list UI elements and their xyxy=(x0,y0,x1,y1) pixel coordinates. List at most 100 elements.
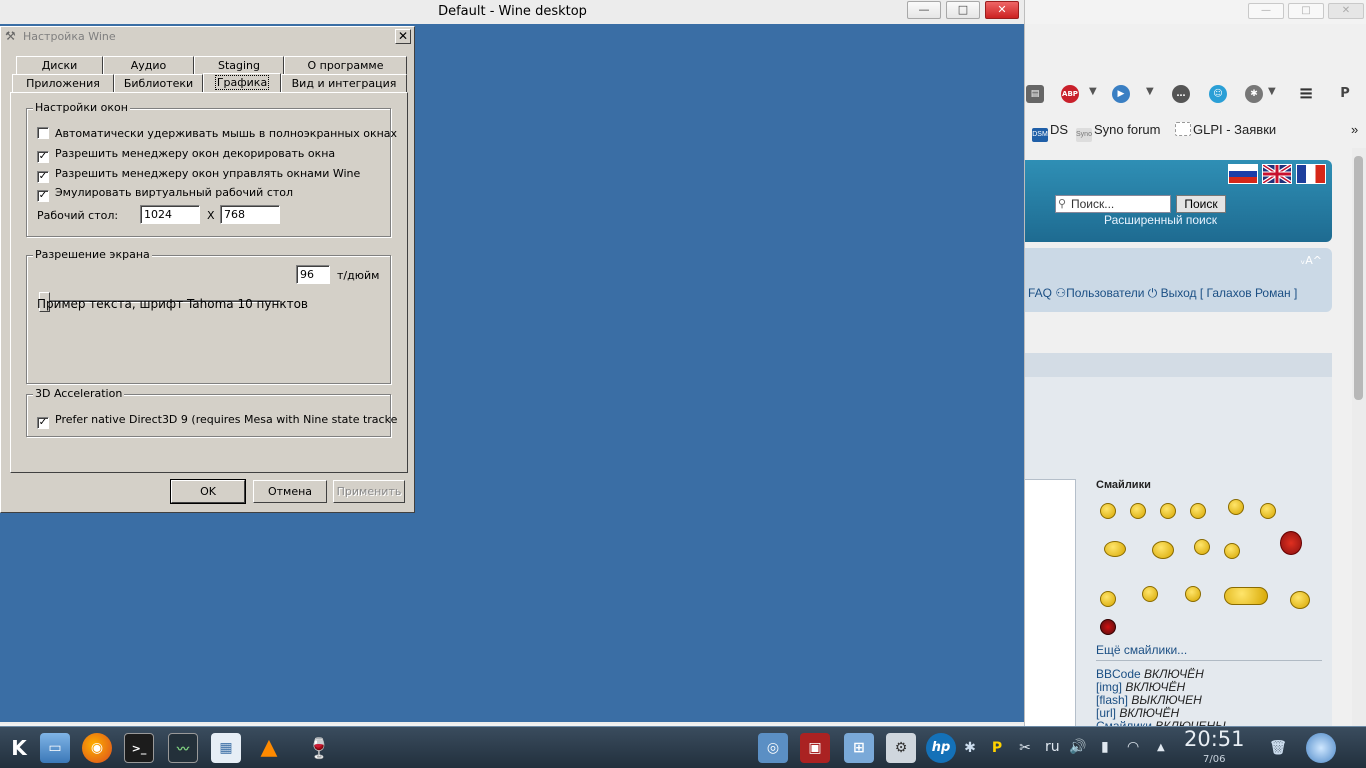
users-link[interactable]: Пользователи xyxy=(1066,286,1144,300)
ok-button[interactable]: OK xyxy=(170,479,246,504)
volume-icon[interactable]: 🔊 xyxy=(1069,739,1086,755)
option-virtual-desktop[interactable]: ✓ Эмулировать виртуальный рабочий стол xyxy=(37,186,293,202)
scrollbar-thumb[interactable] xyxy=(1354,156,1363,400)
windows-icon[interactable]: ⊞ xyxy=(844,733,874,763)
wine-minimize-button[interactable]: — xyxy=(907,1,941,19)
menu-icon[interactable]: ≡ xyxy=(1297,85,1315,103)
tab-audio[interactable]: Аудио xyxy=(103,56,194,74)
option-wm-control[interactable]: ✓ Разрешить менеджеру окон управлять окна… xyxy=(37,167,360,183)
bbcode-link[interactable]: BBCode xyxy=(1096,667,1141,681)
flag-ru-icon[interactable] xyxy=(1228,164,1258,184)
devil-smiley-icon[interactable] xyxy=(1280,531,1302,555)
logout-link[interactable]: Выход [ Галахов Роман ] xyxy=(1161,286,1298,300)
clipboard-icon[interactable]: P xyxy=(982,733,1012,763)
clock-time[interactable]: 20:51 xyxy=(1184,727,1245,751)
desktop-width-input[interactable]: 1024 xyxy=(140,205,200,224)
tab-staging[interactable]: Staging xyxy=(194,56,284,74)
abp-dropdown-icon[interactable]: ▼ xyxy=(1089,86,1097,97)
smiley-icon[interactable] xyxy=(1130,503,1146,519)
tab-applications[interactable]: Приложения xyxy=(12,74,114,92)
smiley-icon[interactable] xyxy=(1228,499,1244,515)
smiley-icon[interactable] xyxy=(1142,586,1158,602)
message-textarea[interactable] xyxy=(1024,479,1076,728)
browser-close-button[interactable]: ✕ xyxy=(1328,3,1364,19)
play-dropdown-icon[interactable]: ▼ xyxy=(1146,86,1154,97)
dialog-close-button[interactable]: ✕ xyxy=(395,29,411,44)
trash-icon[interactable]: 🗑 xyxy=(1263,733,1293,763)
flag-fr-icon[interactable] xyxy=(1296,164,1326,184)
gear-dropdown-icon[interactable]: ▼ xyxy=(1268,86,1276,97)
show-desktop-icon[interactable] xyxy=(1306,733,1336,763)
browser-scrollbar[interactable] xyxy=(1352,148,1366,728)
firefox-icon[interactable]: ◉ xyxy=(82,733,112,763)
toolbox-icon[interactable]: ▣ xyxy=(800,733,830,763)
battery-icon[interactable]: ▮ xyxy=(1101,739,1109,755)
forum-search-input[interactable]: ⚲ Поиск... xyxy=(1055,195,1171,213)
hp-icon[interactable]: hp xyxy=(926,733,956,763)
forum-search-button[interactable]: Поиск xyxy=(1176,195,1226,213)
terminal-icon[interactable]: >_ xyxy=(124,733,154,763)
browser-minimize-button[interactable]: — xyxy=(1248,3,1284,19)
wifi-icon[interactable]: ◠ xyxy=(1127,739,1139,755)
gear-icon[interactable]: ✱ xyxy=(1245,85,1263,103)
ghost-icon[interactable]: ☺ xyxy=(1209,85,1227,103)
screenshot-icon[interactable]: ◎ xyxy=(758,733,788,763)
tray-expand-icon[interactable]: ▲ xyxy=(1157,742,1165,753)
smiley-icon[interactable] xyxy=(1160,503,1176,519)
bookmarks-overflow-icon[interactable]: » xyxy=(1351,122,1358,137)
play-icon[interactable]: ▶ xyxy=(1112,85,1130,103)
tab-graphics[interactable]: Графика xyxy=(203,73,281,92)
scanner-icon[interactable]: ⚙ xyxy=(886,733,916,763)
font-size-control[interactable]: ᵥA^ xyxy=(1301,254,1322,267)
virtual-desktop-checkbox[interactable]: ✓ xyxy=(37,190,49,202)
kde-menu-icon[interactable]: K xyxy=(4,733,34,763)
tab-drives[interactable]: Диски xyxy=(16,56,103,74)
cool-smiley-icon[interactable] xyxy=(1260,503,1276,519)
wine-maximize-button[interactable]: □ xyxy=(946,1,980,19)
faq-link[interactable]: FAQ xyxy=(1028,286,1052,300)
bookmark-ds[interactable]: DSM DS xyxy=(1032,122,1068,142)
smiley-icon[interactable] xyxy=(1100,591,1116,607)
smiley-icon[interactable] xyxy=(1152,541,1174,559)
keyboard-layout-indicator[interactable]: ru xyxy=(1045,739,1060,755)
tab-libraries[interactable]: Библиотеки xyxy=(114,74,203,92)
capture-mouse-checkbox[interactable] xyxy=(37,127,49,139)
option-wm-decorate[interactable]: ✓ Разрешить менеджеру окон декорировать о… xyxy=(37,147,335,163)
bookmark-syno-forum[interactable]: Syno Syno forum xyxy=(1076,122,1160,142)
option-native-d3d9[interactable]: ✓ Prefer native Direct3D 9 (requires Mesa… xyxy=(37,413,397,429)
wine-close-button[interactable]: ✕ xyxy=(985,1,1019,19)
smiley-icon[interactable] xyxy=(1100,503,1116,519)
wine-glass-icon[interactable]: 🍷 xyxy=(304,733,334,763)
native-d3d9-checkbox[interactable]: ✓ xyxy=(37,417,49,429)
scissors-icon[interactable]: ✂ xyxy=(1010,733,1040,763)
smiley-icon[interactable] xyxy=(1224,587,1268,605)
smiley-icon[interactable] xyxy=(1185,586,1201,602)
system-monitor-icon[interactable]: 〰 xyxy=(168,733,198,763)
wm-control-checkbox[interactable]: ✓ xyxy=(37,171,49,183)
smiley-icon[interactable] xyxy=(1190,503,1206,519)
dpi-input[interactable]: 96 xyxy=(296,265,330,284)
tab-about[interactable]: О программе xyxy=(284,56,407,74)
smiley-icon[interactable] xyxy=(1100,619,1116,635)
smiley-icon[interactable] xyxy=(1104,541,1126,557)
tab-desktop-integration[interactable]: Вид и интеграция xyxy=(281,74,407,92)
advanced-search-link[interactable]: Расширенный поиск xyxy=(1104,213,1217,227)
browser-maximize-button[interactable]: □ xyxy=(1288,3,1324,19)
network-tool-icon[interactable]: ✱ xyxy=(955,733,985,763)
smiley-icon[interactable] xyxy=(1194,539,1210,555)
wm-decorate-checkbox[interactable]: ✓ xyxy=(37,151,49,163)
p-icon[interactable]: P xyxy=(1336,85,1354,103)
chat-icon[interactable]: … xyxy=(1172,85,1190,103)
file-manager-icon[interactable]: ▭ xyxy=(40,733,70,763)
smiley-icon[interactable] xyxy=(1290,591,1310,609)
more-smileys-link[interactable]: Ещё смайлики... xyxy=(1096,643,1187,657)
smiley-icon[interactable] xyxy=(1224,543,1240,559)
desktop-height-input[interactable]: 768 xyxy=(220,205,280,224)
abp-icon[interactable]: ABP xyxy=(1061,85,1079,103)
vlc-icon[interactable]: ▲ xyxy=(254,733,284,763)
bookmark-glpi[interactable]: GLPI - Заявки xyxy=(1175,122,1276,137)
cancel-button[interactable]: Отмена xyxy=(253,480,327,503)
option-capture-mouse[interactable]: Автоматически удерживать мышь в полноэкр… xyxy=(37,127,397,141)
flag-uk-icon[interactable] xyxy=(1261,163,1293,185)
ksysguard-icon[interactable]: ▦ xyxy=(211,733,241,763)
